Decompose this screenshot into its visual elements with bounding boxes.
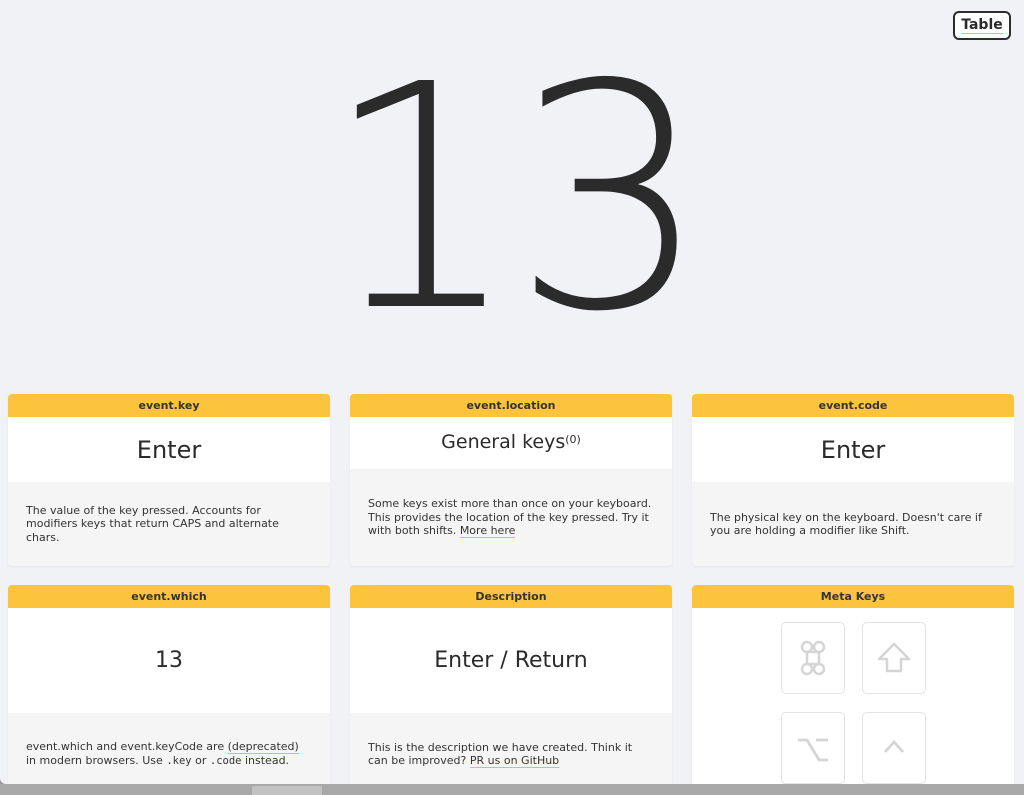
meta-key-option	[781, 712, 845, 784]
card-description-text: event.which and event.keyCode are (depre…	[26, 740, 312, 768]
card-event-code: event.code Enter The physical key on the…	[692, 394, 1014, 566]
meta-key-shift	[862, 622, 926, 694]
underlying-window-strip	[0, 784, 1024, 795]
card-value: 13	[8, 608, 330, 713]
card-description-text: The physical key on the keyboard. Doesn'…	[710, 510, 982, 538]
table-view-button[interactable]: Table	[953, 11, 1011, 40]
key-code-snippet: .key	[166, 754, 192, 767]
meta-key-control	[862, 712, 926, 784]
code-code-snippet: .code	[209, 754, 242, 767]
meta-key-command	[781, 622, 845, 694]
browser-window: Table 13 event.key Enter The value of th…	[0, 0, 1024, 784]
card-title: Description	[350, 585, 672, 608]
card-title: event.which	[8, 585, 330, 608]
background-tab	[252, 786, 322, 795]
meta-keys-grid	[692, 608, 1014, 784]
option-icon	[798, 738, 828, 762]
card-description-body: This is the description we have created.…	[350, 713, 672, 784]
card-event-which: event.which 13 event.which and event.key…	[8, 585, 330, 784]
card-description: event.which and event.keyCode are (depre…	[8, 713, 330, 784]
card-title: event.location	[350, 394, 672, 417]
which-desc-part1: event.which and event.keyCode are	[26, 740, 225, 753]
key-code-display: 13	[322, 19, 709, 380]
card-title: event.code	[692, 394, 1014, 417]
card-value: Enter	[8, 417, 330, 482]
card-description: Description Enter / Return This is the d…	[350, 585, 672, 784]
more-here-link[interactable]: More here	[459, 524, 516, 539]
card-value: General keys (0)	[350, 417, 672, 469]
location-code: (0)	[565, 433, 581, 446]
card-description-text: Some keys exist more than once on your k…	[368, 497, 654, 539]
card-description: The physical key on the keyboard. Doesn'…	[692, 482, 1014, 566]
which-desc-part3: instead.	[244, 753, 290, 767]
card-value: Enter	[692, 417, 1014, 482]
card-event-key: event.key Enter The value of the key pre…	[8, 394, 330, 566]
which-desc-or: or	[195, 753, 207, 767]
command-icon	[800, 640, 826, 676]
card-description: The value of the key pressed. Accounts f…	[8, 482, 330, 566]
table-view-label: Table	[961, 16, 1003, 34]
card-description-text: The value of the key pressed. Accounts f…	[26, 503, 279, 544]
card-description: Some keys exist more than once on your k…	[350, 469, 672, 566]
shift-icon	[877, 642, 911, 673]
card-value: Enter / Return	[350, 608, 672, 713]
deprecated-link[interactable]: (deprecated)	[227, 740, 299, 754]
location-value: General keys	[441, 431, 566, 453]
card-meta-keys: Meta Keys	[692, 585, 1014, 784]
github-pr-link[interactable]: PR us on GitHub	[469, 754, 560, 768]
control-icon	[883, 739, 905, 753]
card-description-text: This is the description we have created.…	[368, 741, 654, 768]
card-title: Meta Keys	[692, 585, 1014, 608]
which-desc-part2: in modern browsers. Use	[26, 753, 163, 767]
card-event-location: event.location General keys (0) Some keys…	[350, 394, 672, 566]
card-title: event.key	[8, 394, 330, 417]
